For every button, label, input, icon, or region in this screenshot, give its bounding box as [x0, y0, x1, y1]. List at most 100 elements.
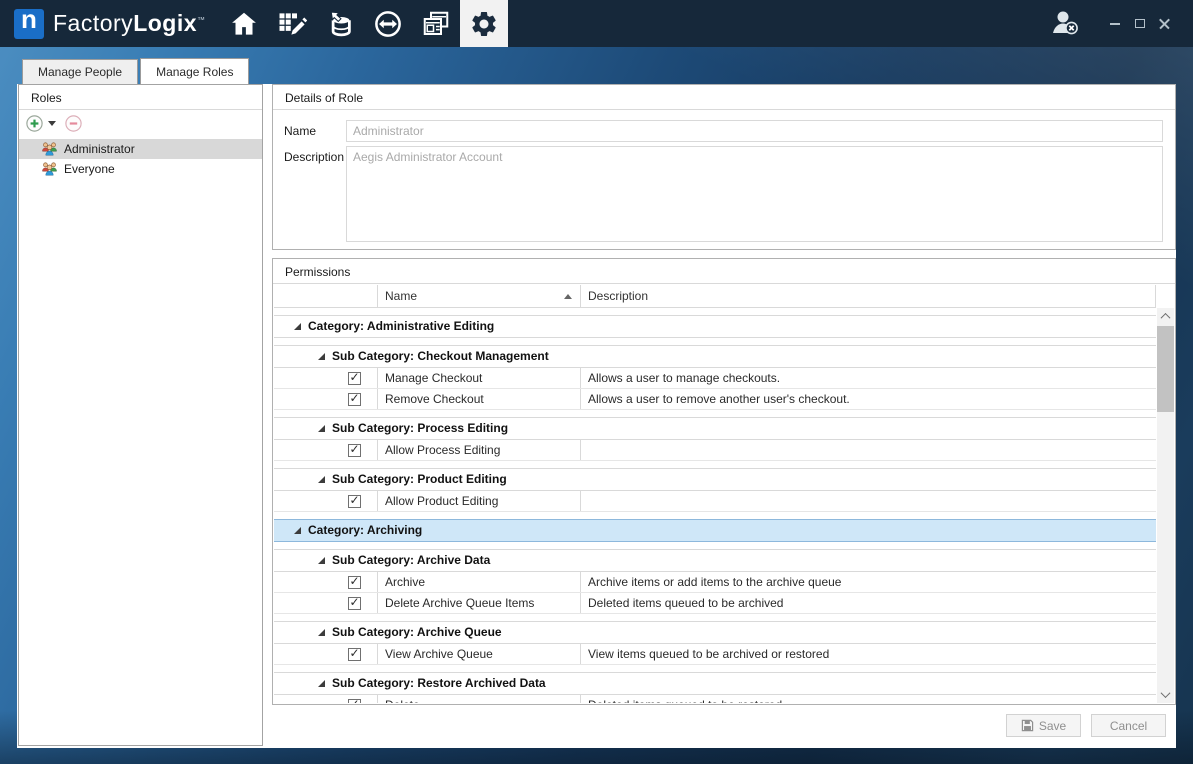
- remove-role-icon: [65, 115, 82, 132]
- window-controls: [1102, 13, 1177, 35]
- settings-gear-icon[interactable]: [459, 0, 508, 47]
- grid-edit-icon[interactable]: [268, 0, 316, 47]
- role-group-icon: [42, 162, 57, 175]
- database-import-icon[interactable]: [316, 0, 364, 47]
- permission-row[interactable]: Sub Category: Process Editing Sub Catego…: [274, 417, 1156, 440]
- permission-row[interactable]: Sub Category: Restore Archived Data Sub …: [274, 672, 1156, 695]
- expander-icon: [318, 476, 325, 483]
- column-header-checkbox[interactable]: [274, 285, 377, 307]
- permissions-box: Permissions Name Description Category: A…: [272, 258, 1176, 705]
- cancel-button[interactable]: Cancel: [1091, 714, 1166, 737]
- role-label: Everyone: [64, 162, 115, 176]
- role-group-icon: [42, 142, 57, 155]
- group-label: Sub Category: Restore Archived Data: [332, 676, 546, 690]
- expander-icon: [318, 680, 325, 687]
- permission-row[interactable]: Allow Product Editing Allow Product Edit…: [274, 491, 1156, 512]
- permission-row[interactable]: Category: Administrative Editing Categor…: [274, 315, 1156, 338]
- scrollbar-thumb[interactable]: [1157, 326, 1174, 412]
- permission-checkbox[interactable]: [348, 493, 361, 508]
- add-role-dropdown[interactable]: [46, 121, 62, 126]
- maximize-button[interactable]: [1127, 13, 1152, 35]
- column-header-name[interactable]: Name: [377, 285, 580, 307]
- close-icon: [1159, 18, 1170, 29]
- details-of-role-box: Details of Role Name Description Aegis A…: [272, 84, 1176, 250]
- permission-name: Manage Checkout: [377, 368, 580, 388]
- expander-icon: [318, 629, 325, 636]
- save-button[interactable]: Save: [1006, 714, 1081, 737]
- permission-checkbox[interactable]: [348, 646, 361, 661]
- permission-checkbox[interactable]: [348, 574, 361, 589]
- group-label: Sub Category: Checkout Management: [332, 349, 549, 363]
- permission-name: Delete Archive Queue Items: [377, 593, 580, 613]
- permission-checkbox[interactable]: [348, 595, 361, 610]
- user-offline-icon[interactable]: [1050, 9, 1084, 39]
- permission-description: View items queued to be archived or rest…: [580, 644, 1156, 664]
- maximize-icon: [1134, 19, 1145, 28]
- scroll-down-button[interactable]: [1157, 686, 1174, 703]
- main-nav: [220, 0, 508, 47]
- add-role-button[interactable]: [26, 115, 43, 132]
- permission-description: [580, 491, 1156, 511]
- role-description-input[interactable]: Aegis Administrator Account: [346, 146, 1163, 242]
- permission-name: Allow Process Editing: [377, 440, 580, 460]
- permission-checkbox[interactable]: [348, 370, 361, 385]
- permission-name: Archive: [377, 572, 580, 592]
- permission-row[interactable]: Remove Checkout Remove Checkout Allows a…: [274, 389, 1156, 410]
- permission-row[interactable]: Sub Category: Product Editing Sub Catego…: [274, 468, 1156, 491]
- tab[interactable]: Manage Roles: [140, 58, 250, 84]
- permission-row[interactable]: Allow Process Editing Allow Process Edit…: [274, 440, 1156, 461]
- remove-role-button[interactable]: [65, 115, 82, 132]
- permission-row[interactable]: Delete Delete Deleted items queued to be…: [274, 695, 1156, 703]
- scroll-up-button[interactable]: [1157, 308, 1174, 325]
- permission-checkbox[interactable]: [348, 442, 361, 457]
- permission-row[interactable]: Sub Category: Checkout Management Sub Ca…: [274, 345, 1156, 368]
- permission-row[interactable]: Archive Archive Archive items or add ite…: [274, 572, 1156, 593]
- permission-checkbox[interactable]: [348, 697, 361, 703]
- minimize-button[interactable]: [1102, 13, 1127, 35]
- footer-buttons: Save Cancel: [1006, 714, 1166, 737]
- permission-description: Allows a user to manage checkouts.: [580, 368, 1156, 388]
- permission-row[interactable]: View Archive Queue View Archive Queue Vi…: [274, 644, 1156, 665]
- permission-description: [580, 440, 1156, 460]
- brand-title: FactoryLogix™: [53, 10, 206, 36]
- role-tree-item[interactable]: Everyone: [19, 159, 262, 179]
- permission-row[interactable]: Delete Archive Queue Items Delete Archiv…: [274, 593, 1156, 614]
- roles-panel-title: Roles: [19, 85, 262, 110]
- roles-panel: Roles Administrator Everyone: [18, 84, 263, 746]
- close-button[interactable]: [1152, 13, 1177, 35]
- role-name-input[interactable]: [346, 120, 1163, 142]
- role-tree-item[interactable]: Administrator: [19, 139, 262, 159]
- permission-row[interactable]: Sub Category: Archive Data Sub Category:…: [274, 549, 1156, 572]
- chevron-down-icon: [1160, 688, 1171, 699]
- permission-row[interactable]: Manage Checkout Manage Checkout Allows a…: [274, 368, 1156, 389]
- expander-icon: [294, 527, 301, 534]
- column-header-description[interactable]: Description: [580, 285, 1155, 307]
- permission-name: Remove Checkout: [377, 389, 580, 409]
- transfer-icon[interactable]: [364, 0, 412, 47]
- permission-row[interactable]: Sub Category: Archive Queue Sub Category…: [274, 621, 1156, 644]
- permissions-grid-header: Name Description: [274, 285, 1156, 308]
- save-icon: [1021, 719, 1034, 732]
- permission-checkbox[interactable]: [348, 391, 361, 406]
- permission-name: View Archive Queue: [377, 644, 580, 664]
- top-bar: n FactoryLogix™: [0, 0, 1193, 47]
- roles-tree: Administrator Everyone: [19, 139, 262, 179]
- tab[interactable]: Manage People: [22, 59, 139, 84]
- permission-description: Deleted items queued to be archived: [580, 593, 1156, 613]
- roles-toolbar: [19, 110, 262, 137]
- chevron-down-icon: [48, 121, 56, 126]
- permission-description: Deleted items queued to be restored: [580, 695, 1156, 703]
- permissions-scrollbar[interactable]: [1157, 308, 1174, 703]
- permissions-rows: Category: Administrative Editing Categor…: [274, 308, 1156, 703]
- permission-row[interactable]: Category: Archiving Category: Archiving: [274, 519, 1156, 542]
- application-window: n FactoryLogix™ Manage People Manage Rol…: [0, 0, 1193, 764]
- tab-bar: Manage People Manage Roles: [22, 58, 251, 84]
- group-label: Category: Administrative Editing: [308, 319, 495, 333]
- home-icon[interactable]: [220, 0, 268, 47]
- chevron-up-icon: [1160, 312, 1171, 323]
- documents-icon[interactable]: [412, 0, 460, 47]
- details-title: Details of Role: [273, 85, 1175, 110]
- description-label: Description: [284, 150, 345, 164]
- expander-icon: [294, 323, 301, 330]
- group-label: Sub Category: Archive Queue: [332, 625, 502, 639]
